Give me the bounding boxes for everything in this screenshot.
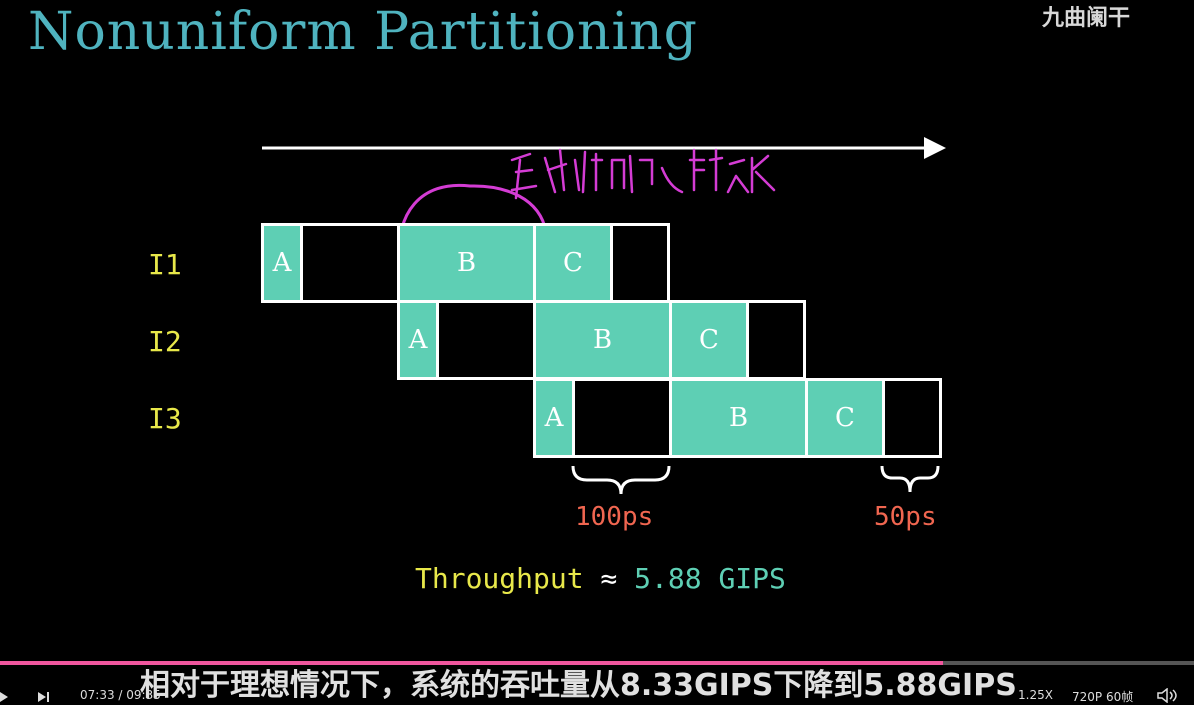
throughput-value: 5.88 GIPS [634,562,786,595]
handwritten-note [510,148,776,200]
throughput-line: Throughput ≈ 5.88 GIPS [415,562,786,595]
label-100ps: 100ps [575,502,654,532]
cell-i3-a: A [533,378,575,458]
volume-icon[interactable] [1156,688,1180,703]
cell-i1-gap [300,223,400,303]
cell-i3-b: B [669,378,808,458]
subtitle-caption: 相对于理想情况下，系统的吞吐量从8.33GIPS下降到5.88GIPS [140,668,1017,703]
cell-i2-a: A [397,300,439,380]
time-arrow-head [924,137,946,159]
play-icon[interactable] [0,690,12,703]
cell-i3-c: C [805,378,885,458]
approx-sign: ≈ [600,562,618,595]
row-label-i2: I2 [148,325,182,358]
cell-i1-c: C [533,223,613,303]
quality-button[interactable]: 720P 60帧 [1072,688,1133,705]
cell-i2-b: B [533,300,672,380]
brace-100ps [571,465,671,495]
throughput-label: Throughput [415,562,584,595]
label-50ps: 50ps [874,502,937,532]
cell-i2-c: C [669,300,749,380]
cell-i3-gap [572,378,672,458]
row-label-i3: I3 [148,402,182,435]
cell-i2-tail [746,300,806,380]
next-icon[interactable] [38,690,52,703]
cell-i1-a: A [261,223,303,303]
cell-i1-b: B [397,223,536,303]
brace-50ps [880,465,940,493]
cell-i2-gap [436,300,536,380]
cell-i3-tail [882,378,942,458]
cell-i1-tail [610,223,670,303]
time-display: 07:33 / 09:35 [80,688,161,702]
row-label-i1: I1 [148,248,182,281]
speed-button[interactable]: 1.25X [1018,688,1053,702]
